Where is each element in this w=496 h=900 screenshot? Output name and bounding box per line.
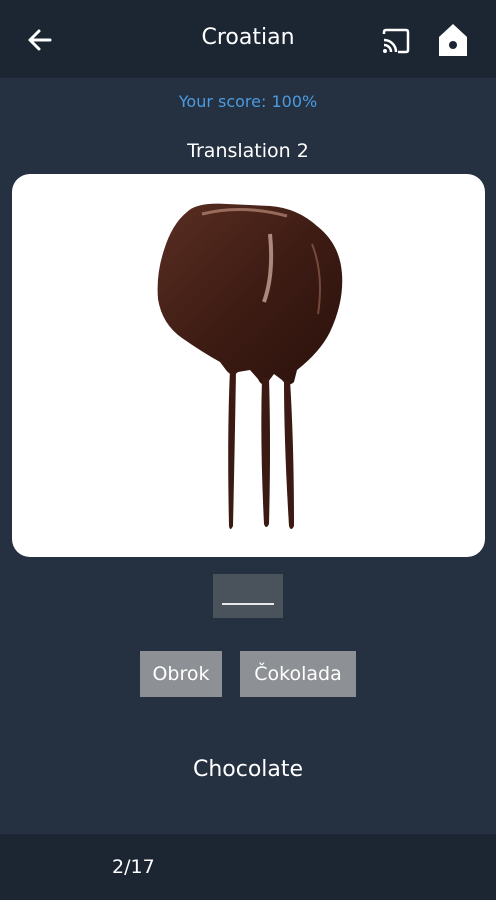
exercise-title: Translation 2 (187, 140, 309, 162)
cast-icon (382, 28, 410, 54)
screen-title: Croatian (201, 25, 295, 50)
prompt-word: Chocolate (192, 757, 304, 782)
bottom-bar (0, 834, 496, 900)
home-icon (439, 24, 467, 56)
home-button[interactable] (432, 20, 474, 60)
choice-button-cokolada[interactable]: Čokolada (240, 651, 356, 697)
cast-button[interactable] (376, 24, 416, 58)
score-label: Your score: 100% (178, 92, 318, 111)
choice-button-obrok[interactable]: Obrok (140, 651, 222, 697)
picture-card (12, 174, 485, 557)
answer-slot[interactable] (213, 574, 283, 618)
answer-blank (222, 603, 274, 605)
chocolate-image (157, 203, 343, 529)
top-app-bar: Croatian (0, 0, 496, 78)
progress-counter: 2/17 (112, 856, 155, 878)
